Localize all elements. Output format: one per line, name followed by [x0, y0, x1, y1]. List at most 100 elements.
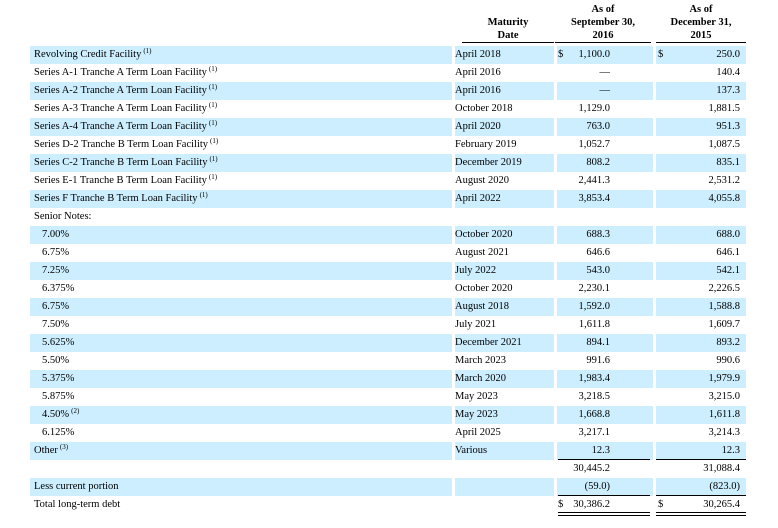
- value-sept-2016: 1,052.7: [578, 139, 611, 150]
- footnote-marker: (1): [209, 154, 218, 163]
- row-label-text: 7.25%: [42, 265, 70, 276]
- column-gap: [452, 478, 455, 496]
- value-sept-2016: 688.3: [586, 229, 610, 240]
- column-gap: [554, 100, 557, 118]
- table-row: 6.375% October 2020 2,230.1 2,226.5: [30, 280, 746, 298]
- dec-2015-header: As of December 31, 2015: [656, 3, 746, 43]
- value-sept-2016: 763.0: [586, 121, 610, 132]
- column-gap: [554, 478, 557, 496]
- column-gap: [653, 244, 656, 262]
- maturity-date: October 2020: [455, 283, 513, 294]
- column-gap: [653, 442, 656, 460]
- table-row: 5.50% March 2023 991.6 990.6: [30, 352, 746, 370]
- subtotal-rule-col1: [558, 459, 650, 460]
- maturity-date: April 2020: [455, 121, 501, 132]
- footnote-marker: (1): [208, 118, 218, 127]
- column-gap: [452, 262, 455, 280]
- table-row: Series D-2 Tranche B Term Loan Facility(…: [30, 136, 746, 154]
- column-gap: [653, 190, 656, 208]
- value-sept-2016: 543.0: [586, 265, 610, 276]
- maturity-date: May 2023: [455, 391, 498, 402]
- table-row: Series A-3 Tranche A Term Loan Facility(…: [30, 100, 746, 118]
- value-sept-2016: 894.1: [586, 337, 610, 348]
- column-gap: [653, 82, 656, 100]
- table-row: Less current portion (59.0) (823.0): [30, 478, 746, 496]
- footnote-marker: (1): [208, 82, 218, 91]
- column-gap: [452, 388, 455, 406]
- column-gap: [452, 424, 455, 442]
- value-dec-2015: 137.3: [716, 85, 740, 96]
- column-gap: [452, 334, 455, 352]
- value-dec-2015: 893.2: [716, 337, 740, 348]
- value-dec-2015: 2,226.5: [708, 283, 741, 294]
- column-gap: [653, 46, 656, 64]
- value-sept-2016: 3,853.4: [578, 193, 611, 204]
- row-label: 6.375%: [42, 280, 74, 298]
- column-gap: [653, 352, 656, 370]
- value-sept-2016: 3,218.5: [578, 391, 611, 402]
- column-gap: [554, 298, 557, 316]
- row-label-text: Other: [34, 445, 58, 456]
- value-dec-2015: 835.1: [716, 157, 740, 168]
- row-label: 6.75%: [42, 298, 69, 316]
- table-row: Other (3) Various 12.3 12.3: [30, 442, 746, 460]
- value-dec-2015: 646.1: [716, 247, 740, 258]
- debt-table-page: Maturity Date As of September 30, 2016 A…: [0, 0, 778, 528]
- column-gap: [653, 154, 656, 172]
- table-row: 30,445.2 31,088.4: [30, 460, 746, 478]
- value-sept-2016: 3,217.1: [578, 427, 611, 438]
- footnote-marker: (1): [143, 46, 152, 55]
- row-label-text: Less current portion: [34, 481, 119, 492]
- table-row: Series A-4 Tranche A Term Loan Facility(…: [30, 118, 746, 136]
- value-sept-2016: 1,592.0: [578, 301, 611, 312]
- value-dec-2015: 140.4: [716, 67, 740, 78]
- column-gap: [653, 298, 656, 316]
- table-row: 6.75% August 2018 1,592.0 1,588.8: [30, 298, 746, 316]
- row-label: Less current portion: [34, 478, 119, 496]
- row-label-text: Senior Notes:: [34, 211, 92, 222]
- table-row: 5.375% March 2020 1,983.4 1,979.9: [30, 370, 746, 388]
- maturity-header: Maturity Date: [462, 16, 554, 43]
- column-gap: [554, 442, 557, 460]
- footnote-marker: (1): [199, 190, 208, 199]
- row-label: Series A-4 Tranche A Term Loan Facility(…: [34, 118, 217, 136]
- column-gap: [653, 370, 656, 388]
- column-gap: [452, 442, 455, 460]
- column-gap: [653, 424, 656, 442]
- table-row: Series A-2 Tranche A Term Loan Facility(…: [30, 82, 746, 100]
- value-sept-2016: 30,445.2: [573, 463, 610, 474]
- column-gap: [653, 100, 656, 118]
- column-gap: [653, 406, 656, 424]
- value-dec-2015: 1,611.8: [708, 409, 740, 420]
- row-label: Series D-2 Tranche B Term Loan Facility(…: [34, 136, 218, 154]
- column-gap: [554, 226, 557, 244]
- row-label-text: Total long-term debt: [34, 499, 121, 510]
- value-sept-2016: 1,100.0: [578, 49, 611, 60]
- column-gap: [554, 190, 557, 208]
- value-sept-2016: (59.0): [584, 481, 610, 492]
- value-sept-2016: 808.2: [586, 157, 610, 168]
- column-gap: [554, 136, 557, 154]
- sept-2016-header: As of September 30, 2016: [555, 3, 651, 43]
- table-row: Series E-1 Tranche B Term Loan Facility(…: [30, 172, 746, 190]
- column-gap: [452, 118, 455, 136]
- value-sept-2016: 646.6: [586, 247, 610, 258]
- footnote-marker: (1): [208, 64, 218, 73]
- row-label: Series A-3 Tranche A Term Loan Facility(…: [34, 100, 217, 118]
- currency-symbol: $: [558, 49, 564, 60]
- row-label-text: Series D-2 Tranche B Term Loan Facility: [34, 139, 209, 150]
- column-gap: [653, 316, 656, 334]
- column-gap: [452, 190, 455, 208]
- value-sept-2016: 1,983.4: [578, 373, 611, 384]
- column-gap: [653, 388, 656, 406]
- column-gap: [653, 478, 656, 496]
- column-gap: [554, 406, 557, 424]
- maturity-date: October 2018: [455, 103, 513, 114]
- maturity-date: July 2021: [455, 319, 497, 330]
- column-gap: [554, 64, 557, 82]
- value-sept-2016: —: [599, 85, 611, 96]
- column-gap: [554, 172, 557, 190]
- table-row: 7.00% October 2020 688.3 688.0: [30, 226, 746, 244]
- value-sept-2016: 991.6: [586, 355, 610, 366]
- maturity-date: April 2016: [455, 67, 501, 78]
